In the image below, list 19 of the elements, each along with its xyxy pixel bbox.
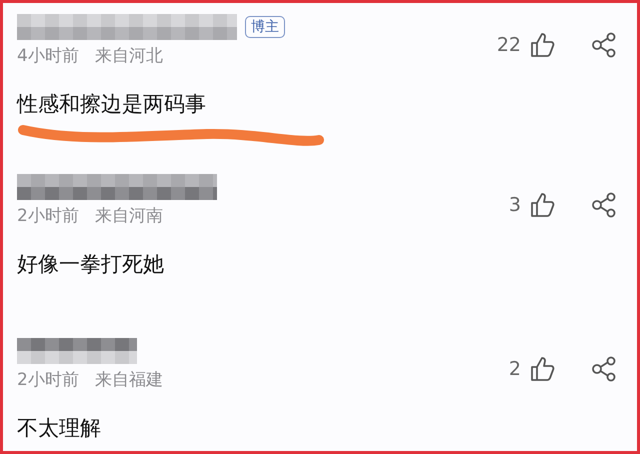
like-count: 3 [508, 192, 521, 218]
share-icon[interactable] [591, 192, 617, 218]
like-count: 22 [496, 32, 521, 58]
comment-time: 4小时前 [17, 45, 79, 68]
comment-text: 性感和擦边是两码事 [17, 91, 207, 118]
comment-location: 来自河北 [94, 45, 163, 68]
comment-location: 来自河南 [94, 205, 163, 228]
comment-time: 2小时前 [17, 369, 79, 392]
comment-text: 不太理解 [17, 415, 102, 442]
comment-text: 好像一拳打死她 [17, 251, 165, 278]
share-icon[interactable] [591, 32, 617, 58]
thumbs-up-icon[interactable] [529, 192, 555, 218]
thumbs-up-icon[interactable] [529, 32, 555, 58]
comment-time: 2小时前 [17, 205, 79, 228]
like-count: 2 [508, 356, 521, 382]
comment-location: 来自福建 [94, 369, 163, 392]
author-badge: 博主 [245, 16, 285, 38]
thumbs-up-icon[interactable] [529, 356, 555, 382]
share-icon[interactable] [591, 356, 617, 382]
